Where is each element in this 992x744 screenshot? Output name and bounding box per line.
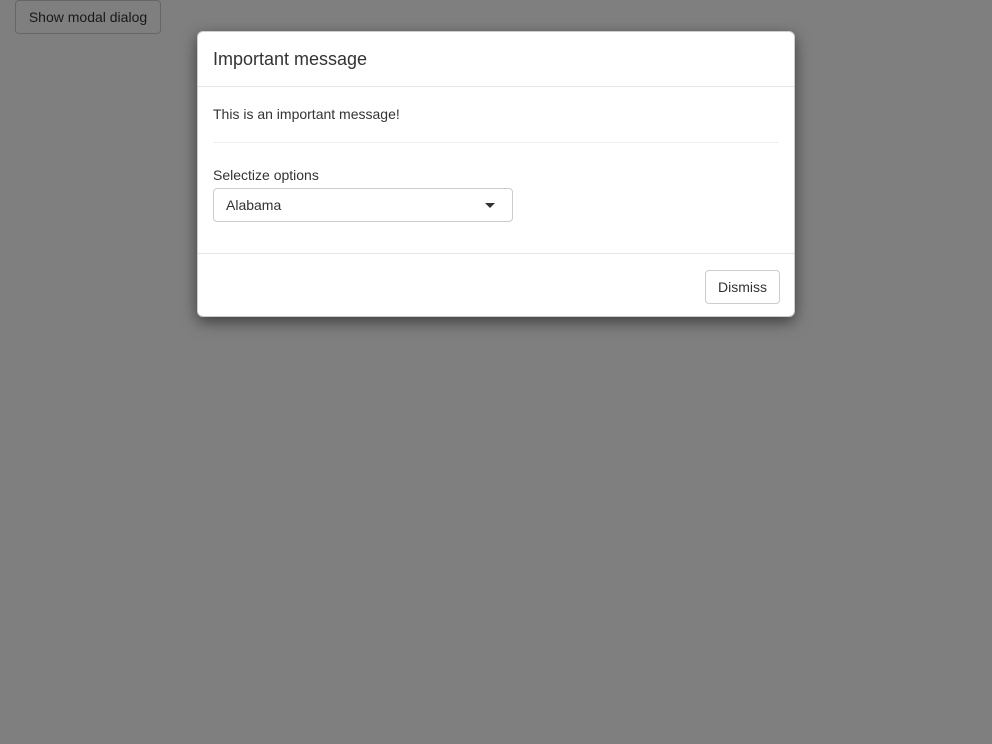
modal-header: Important message	[198, 32, 794, 87]
caret-down-icon	[485, 203, 495, 208]
modal-dialog: Important message This is an important m…	[197, 31, 795, 317]
selected-option: Alabama	[226, 197, 282, 213]
dismiss-button[interactable]: Dismiss	[705, 270, 780, 304]
modal-footer: Dismiss	[198, 253, 794, 316]
modal-body: This is an important message! Selectize …	[198, 87, 794, 253]
selectize-options-label: Selectize options	[213, 167, 319, 183]
modal-divider	[213, 142, 779, 143]
modal-message: This is an important message!	[213, 106, 400, 122]
page: Show modal dialog Important message This…	[0, 0, 992, 744]
modal-title: Important message	[213, 49, 368, 69]
selectize-options-select[interactable]: Alabama	[213, 188, 513, 222]
